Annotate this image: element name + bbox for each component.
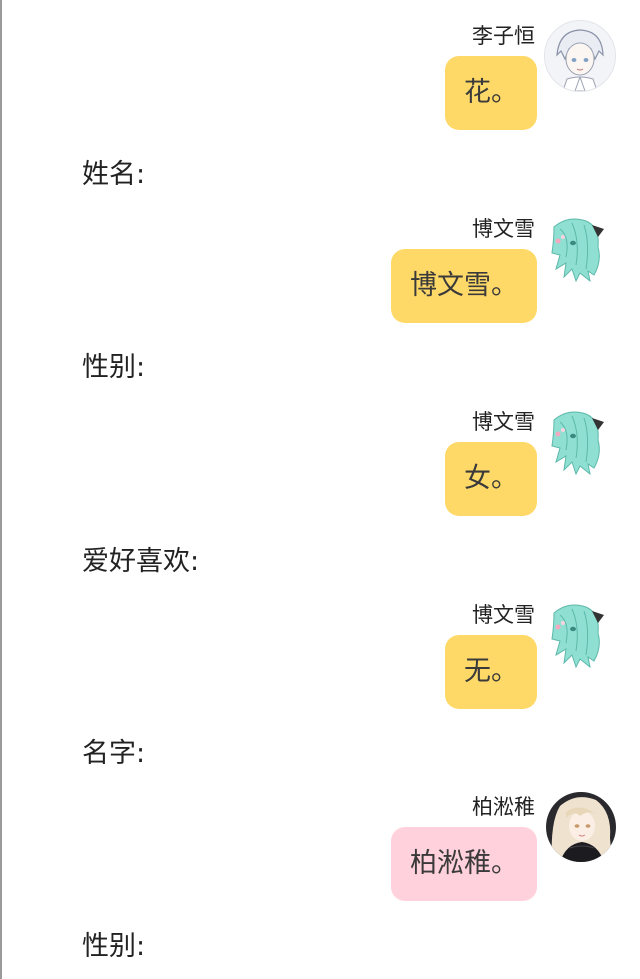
message-bubble[interactable]: 花。 <box>445 56 537 130</box>
teal-haired-girl-avatar-icon <box>546 213 616 283</box>
sender-name: 博文雪 <box>472 603 535 627</box>
avatar-teal-haired-girl[interactable] <box>546 599 616 669</box>
prompt-label: 姓名: <box>82 159 146 190</box>
white-haired-boy-avatar-icon <box>545 21 615 91</box>
prompt-label: 爱好喜欢: <box>82 546 200 577</box>
sender-name: 柏淞稚 <box>472 795 535 819</box>
prompt-label: 性别: <box>82 931 146 962</box>
avatar-white-haired-boy[interactable] <box>544 20 616 92</box>
message-text: 无。 <box>464 656 518 687</box>
blonde-girl-avatar-icon <box>546 792 616 862</box>
message-text: 博文雪。 <box>410 270 518 301</box>
teal-haired-girl-avatar-icon <box>546 406 616 476</box>
avatar-blonde-girl[interactable] <box>546 792 616 862</box>
message-bubble[interactable]: 柏淞稚。 <box>391 827 537 901</box>
message-text: 女。 <box>464 463 518 494</box>
message-text: 柏淞稚。 <box>410 848 518 879</box>
sender-name: 李子恒 <box>472 24 535 48</box>
teal-haired-girl-avatar-icon <box>546 599 616 669</box>
prompt-label: 名字: <box>82 738 146 769</box>
message-text: 花。 <box>464 77 518 108</box>
avatar-teal-haired-girl[interactable] <box>546 213 616 283</box>
message-bubble[interactable]: 无。 <box>445 635 537 709</box>
sender-name: 博文雪 <box>472 410 535 434</box>
avatar-teal-haired-girl[interactable] <box>546 406 616 476</box>
message-bubble[interactable]: 女。 <box>445 442 537 516</box>
left-border <box>0 0 2 979</box>
message-bubble[interactable]: 博文雪。 <box>391 249 537 323</box>
prompt-label: 性别: <box>82 352 146 383</box>
sender-name: 博文雪 <box>472 217 535 241</box>
